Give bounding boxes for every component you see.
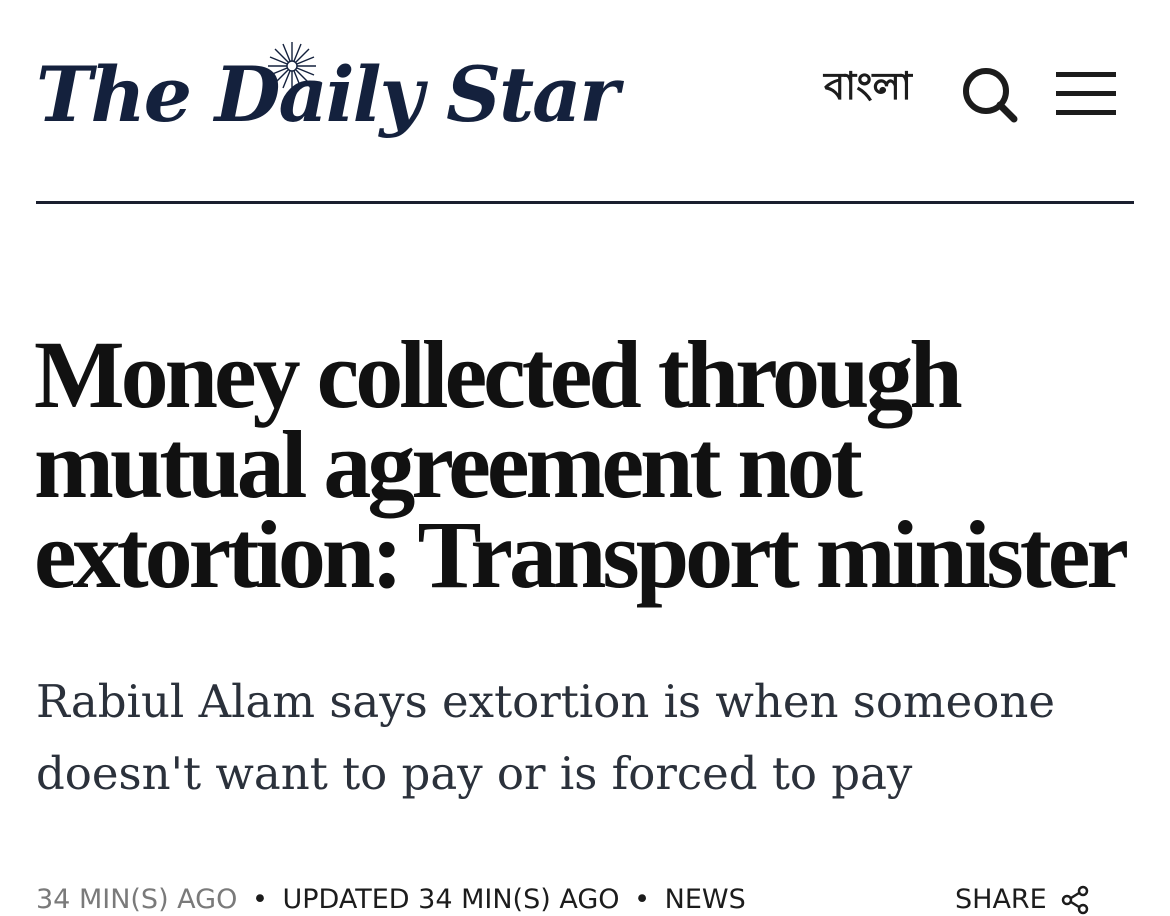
site-logo[interactable]: The Daily Star bbox=[36, 40, 619, 150]
bangla-language-link[interactable]: বাংলা bbox=[824, 65, 912, 108]
search-icon bbox=[963, 68, 1018, 123]
hamburger-menu-button[interactable] bbox=[1054, 70, 1118, 118]
meta-separator: • bbox=[251, 884, 268, 915]
share-icon bbox=[1061, 885, 1088, 915]
share-button[interactable]: SHARE bbox=[955, 884, 1091, 916]
article-subtitle: Rabiul Alam says extortion is when someo… bbox=[36, 675, 1056, 800]
star-burst-icon bbox=[268, 42, 316, 90]
header-divider bbox=[36, 201, 1134, 204]
article-meta: 34 MIN(S) AGO • UPDATED 34 MIN(S) AGO • … bbox=[36, 884, 746, 916]
article-headline: Money collected through mutual agreement… bbox=[34, 321, 1129, 608]
meta-separator: • bbox=[634, 884, 651, 915]
logo-text: The Daily Star bbox=[36, 50, 619, 139]
search-button[interactable] bbox=[958, 64, 1022, 124]
share-label: SHARE bbox=[955, 884, 1047, 915]
updated-time: UPDATED 34 MIN(S) AGO bbox=[282, 884, 620, 915]
category-link[interactable]: NEWS bbox=[665, 884, 746, 915]
published-time: 34 MIN(S) AGO bbox=[36, 884, 238, 915]
site-header: The Daily Star বাংলা bbox=[0, 0, 1170, 205]
